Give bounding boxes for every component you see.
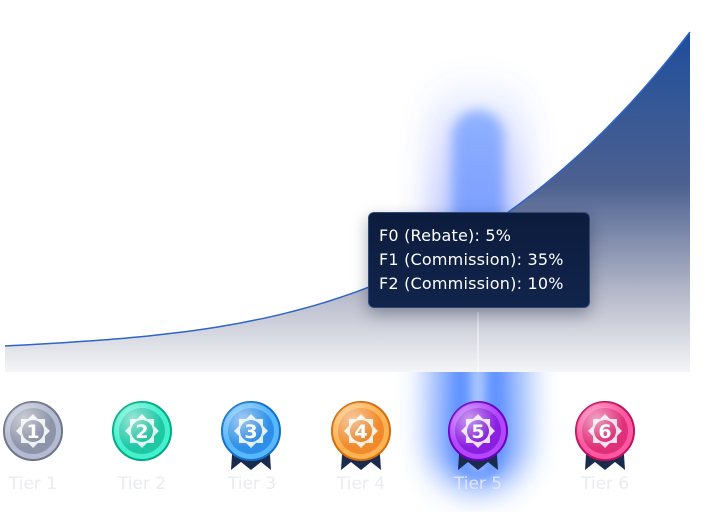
tooltip-line-f1: F1 (Commission): 35% bbox=[379, 250, 564, 269]
badge-number: 5 bbox=[471, 421, 484, 443]
tier-6-badge-icon[interactable]: 6 bbox=[575, 401, 635, 470]
badge-number: 1 bbox=[26, 421, 39, 443]
tier-label-6[interactable]: Tier 6 bbox=[560, 474, 650, 494]
tier-label-5[interactable]: Tier 5 bbox=[433, 474, 523, 494]
tier-1-badge-icon[interactable]: 1 bbox=[3, 401, 63, 461]
tier-chart: 1 2 3 4 5 6 bbox=[3, 31, 691, 490]
tier-label-3[interactable]: Tier 3 bbox=[207, 474, 297, 494]
chart-tooltip: F0 (Rebate): 5% F1 (Commission): 35% F2 … bbox=[368, 212, 590, 308]
badge-number: 3 bbox=[244, 421, 257, 443]
tier-4-badge-icon[interactable]: 4 bbox=[331, 401, 391, 470]
tier-3-badge-icon[interactable]: 3 bbox=[221, 401, 281, 470]
badge-number: 2 bbox=[135, 421, 148, 443]
tier-badges: 1 2 3 4 5 6 bbox=[3, 401, 635, 470]
tier-label-2[interactable]: Tier 2 bbox=[97, 474, 187, 494]
chart-area-fill bbox=[5, 32, 690, 372]
tooltip-line-f0: F0 (Rebate): 5% bbox=[379, 226, 512, 245]
tooltip-line-f2: F2 (Commission): 10% bbox=[379, 274, 564, 293]
badge-number: 4 bbox=[354, 421, 367, 443]
tier-label-1[interactable]: Tier 1 bbox=[0, 474, 78, 494]
tier-label-4[interactable]: Tier 4 bbox=[316, 474, 406, 494]
badge-number: 6 bbox=[598, 421, 611, 443]
tier-2-badge-icon[interactable]: 2 bbox=[112, 401, 172, 461]
